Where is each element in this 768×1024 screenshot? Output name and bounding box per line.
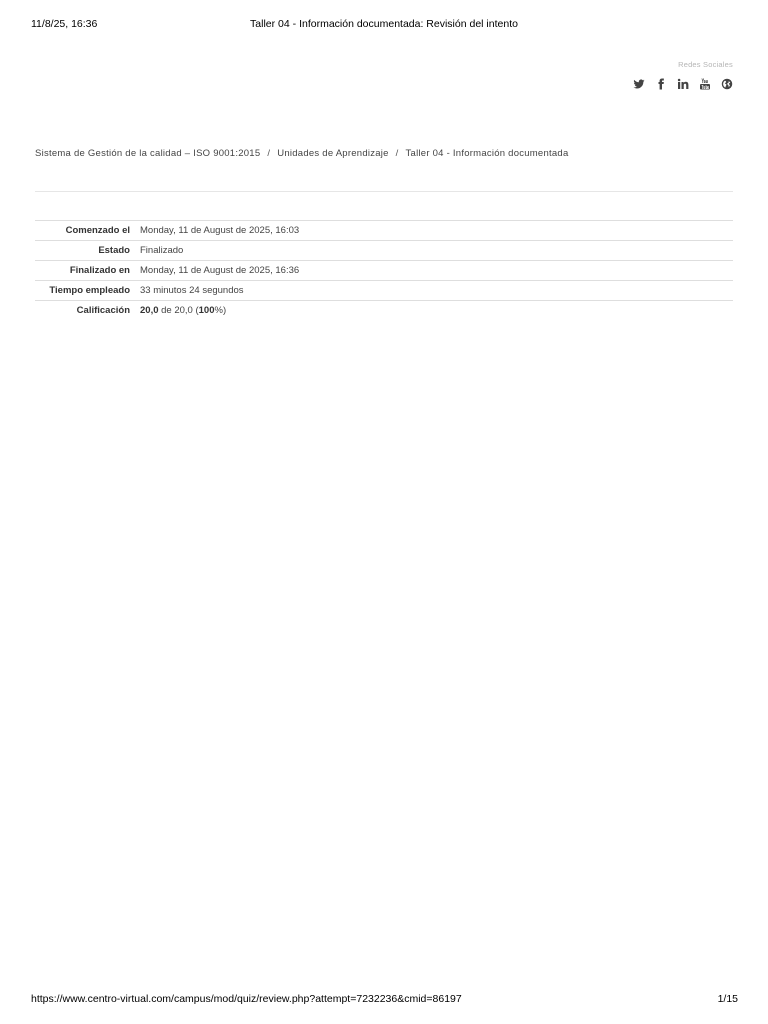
social-links: Redes Sociales xyxy=(633,60,733,90)
social-icons xyxy=(633,78,733,90)
started-label: Comenzado el xyxy=(65,225,130,236)
grade-of: de 20,0 ( xyxy=(158,305,199,316)
divider xyxy=(35,191,733,192)
print-url: https://www.centro-virtual.com/campus/mo… xyxy=(31,993,462,1005)
state-label: Estado xyxy=(98,245,130,256)
grade-score: 20,0 xyxy=(140,305,159,316)
table-row: Finalizado en Monday, 11 de August de 20… xyxy=(35,260,733,281)
facebook-icon[interactable] xyxy=(655,78,667,90)
table-row: Tiempo empleado 33 minutos 24 segundos xyxy=(35,280,733,301)
table-row: Estado Finalizado xyxy=(35,240,733,261)
breadcrumb-current[interactable]: Taller 04 - Información documentada xyxy=(406,148,569,159)
grade-percent: 100 xyxy=(198,305,215,316)
grade-label: Calificación xyxy=(76,305,130,316)
grade-tail: %) xyxy=(214,305,227,316)
grade-value: 20,0 de 20,0 (100%) xyxy=(135,301,733,321)
time-value: 33 minutos 24 segundos xyxy=(140,285,244,296)
finished-label: Finalizado en xyxy=(69,265,130,276)
breadcrumb-separator: / xyxy=(267,148,271,159)
social-label: Redes Sociales xyxy=(678,60,733,69)
table-row: Calificación 20,0 de 20,0 (100%) xyxy=(35,300,733,321)
print-header: 11/8/25, 16:36 Taller 04 - Información d… xyxy=(0,18,768,34)
breadcrumb: Sistema de Gestión de la calidad – ISO 9… xyxy=(35,148,569,159)
finished-value: Monday, 11 de August de 2025, 16:36 xyxy=(140,265,300,276)
breadcrumb-course[interactable]: Sistema de Gestión de la calidad – ISO 9… xyxy=(35,148,260,159)
time-label: Tiempo empleado xyxy=(49,285,130,296)
print-title: Taller 04 - Información documentada: Rev… xyxy=(250,18,518,30)
breadcrumb-separator: / xyxy=(395,148,399,159)
youtube-icon[interactable] xyxy=(699,78,711,90)
attempt-summary-table: Comenzado el Monday, 11 de August de 202… xyxy=(35,220,733,320)
page-number: 1/15 xyxy=(717,993,738,1005)
globe-icon[interactable] xyxy=(721,78,733,90)
started-value: Monday, 11 de August de 2025, 16:03 xyxy=(140,225,300,236)
breadcrumb-units[interactable]: Unidades de Aprendizaje xyxy=(277,148,388,159)
state-value: Finalizado xyxy=(140,245,184,256)
linkedin-icon[interactable] xyxy=(677,78,689,90)
table-row: Comenzado el Monday, 11 de August de 202… xyxy=(35,220,733,241)
twitter-icon[interactable] xyxy=(633,78,645,90)
